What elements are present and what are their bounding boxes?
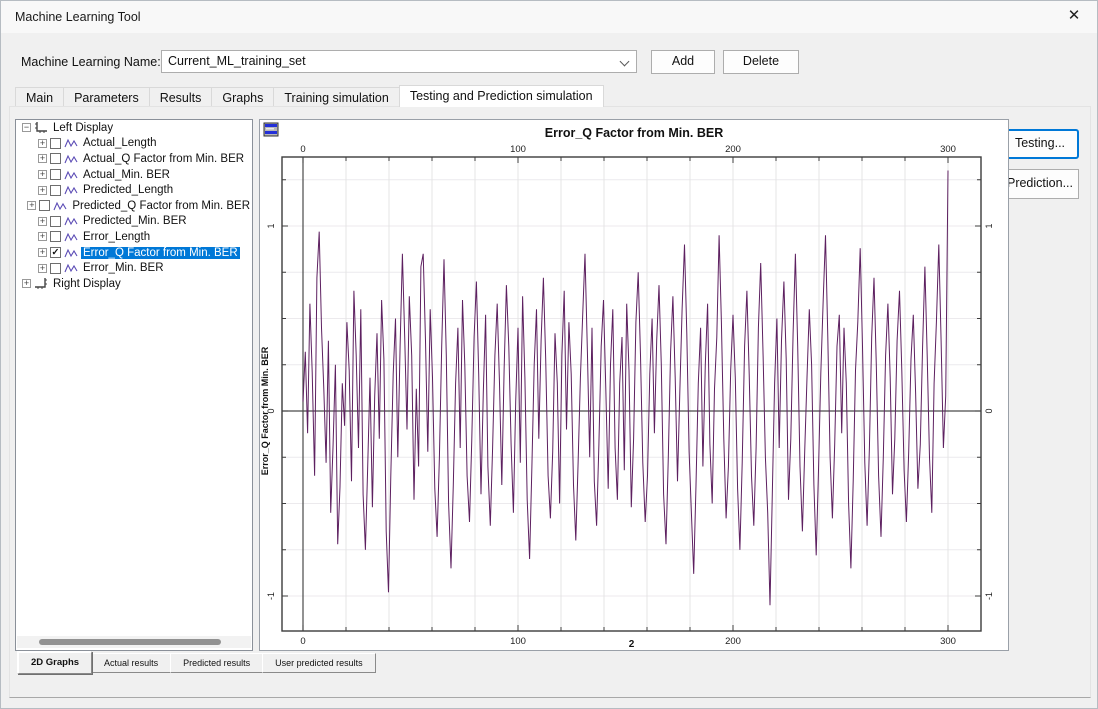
tree-item-actual-q-factor[interactable]: + Actual_Q Factor from Min. BER	[16, 151, 252, 167]
tree-item-label[interactable]: Predicted_Length	[81, 184, 175, 196]
tree-root-right-display[interactable]: + Right Display	[16, 276, 252, 292]
expand-icon[interactable]: +	[38, 139, 47, 148]
checkbox-unchecked[interactable]	[50, 216, 61, 227]
svg-text:0: 0	[984, 408, 994, 413]
svg-text:1: 1	[266, 223, 276, 228]
tree-item-error-min-ber[interactable]: + Error_Min. BER	[16, 260, 252, 276]
tree-item-label[interactable]: Error_Length	[81, 231, 152, 243]
tab-main[interactable]: Main	[15, 87, 64, 107]
tab-2d-graphs[interactable]: 2D Graphs	[17, 651, 92, 674]
tree-item-actual-min-ber[interactable]: + Actual_Min. BER	[16, 167, 252, 183]
ml-name-label: Machine Learning Name:	[21, 55, 161, 69]
tree-item-label[interactable]: Actual_Length	[81, 137, 159, 149]
left-axes-icon	[34, 121, 48, 134]
svg-text:300: 300	[940, 636, 956, 647]
error-q-factor-plot: 00100100200200300300-1-10011Error_Q Fact…	[260, 120, 1008, 650]
svg-text:1: 1	[984, 223, 994, 228]
tree-item-label[interactable]: Predicted_Q Factor from Min. BER	[70, 200, 252, 212]
tree-item-error-length[interactable]: + Error_Length	[16, 229, 252, 245]
expand-icon[interactable]: +	[22, 279, 31, 288]
tab-results[interactable]: Results	[149, 87, 213, 107]
graph-panel: Error_Q Factor from Min. BER 0 0 100 100 200…	[259, 119, 1009, 651]
svg-text:200: 200	[725, 144, 741, 155]
bottom-tab-bar: 2D Graphs Actual results Predicted resul…	[17, 653, 375, 674]
svg-text:0: 0	[300, 144, 305, 155]
tab-testing-and-prediction-simulation[interactable]: Testing and Prediction simulation	[399, 85, 604, 107]
expand-icon[interactable]: +	[38, 248, 47, 257]
window-bottom-edge	[1, 699, 1098, 709]
prediction-button[interactable]: Prediction...	[1001, 169, 1079, 199]
expand-icon[interactable]: +	[38, 264, 47, 273]
curve-icon	[64, 262, 78, 274]
tree-item-label[interactable]: Right Display	[51, 278, 123, 290]
expand-icon[interactable]: +	[27, 201, 36, 210]
close-icon[interactable]: ✕	[1051, 1, 1097, 33]
add-button[interactable]: Add	[651, 50, 715, 74]
svg-text:Error_Q Factor from Min. BER: Error_Q Factor from Min. BER	[260, 346, 270, 475]
expand-icon[interactable]: +	[38, 170, 47, 179]
delete-button[interactable]: Delete	[723, 50, 799, 74]
tree-item-label[interactable]: Error_Min. BER	[81, 262, 166, 274]
curve-icon	[64, 137, 78, 149]
testing-button[interactable]: Testing...	[1001, 129, 1079, 159]
expand-icon[interactable]: +	[38, 232, 47, 241]
tree-root-left-display[interactable]: − Left Display	[16, 120, 252, 136]
checkbox-unchecked[interactable]	[50, 263, 61, 274]
tree-item-label[interactable]: Predicted_Min. BER	[81, 215, 189, 227]
chevron-down-icon[interactable]	[620, 57, 630, 67]
curve-icon	[64, 153, 78, 165]
main-tab-bar: Main Parameters Results Graphs Training …	[15, 85, 603, 107]
ml-name-combobox[interactable]: Current_ML_training_set	[161, 50, 637, 73]
checkbox-unchecked[interactable]	[50, 153, 61, 164]
tab-predicted-results[interactable]: Predicted results	[170, 653, 263, 673]
expand-icon[interactable]: +	[38, 154, 47, 163]
display-tree-panel: − Left Display + Actual_Length + Actual_…	[15, 119, 253, 651]
tree-item-error-q-factor[interactable]: + ✓ Error_Q Factor from Min. BER	[16, 245, 252, 261]
tree-item-label[interactable]: Left Display	[51, 122, 115, 134]
tab-training-simulation[interactable]: Training simulation	[273, 87, 399, 107]
checkbox-unchecked[interactable]	[50, 185, 61, 196]
curve-icon	[64, 231, 78, 243]
tree-item-predicted-min-ber[interactable]: + Predicted_Min. BER	[16, 214, 252, 230]
title-bar: Machine Learning Tool ✕	[1, 1, 1097, 33]
tree-item-label[interactable]: Actual_Min. BER	[81, 169, 172, 181]
svg-text:-1: -1	[984, 592, 994, 600]
checkbox-unchecked[interactable]	[50, 138, 61, 149]
tab-actual-results[interactable]: Actual results	[91, 653, 171, 673]
checkbox-checked[interactable]: ✓	[50, 247, 61, 258]
tree-item-predicted-length[interactable]: + Predicted_Length	[16, 182, 252, 198]
curve-icon	[53, 200, 67, 212]
checkbox-unchecked[interactable]	[50, 169, 61, 180]
window-title: Machine Learning Tool	[15, 10, 141, 24]
svg-text:300: 300	[940, 144, 956, 155]
svg-text:100: 100	[510, 144, 526, 155]
expand-icon[interactable]: +	[38, 186, 47, 195]
tree-horizontal-scrollbar[interactable]	[17, 636, 251, 648]
scrollbar-thumb[interactable]	[39, 639, 221, 645]
curve-icon	[64, 247, 78, 259]
expand-icon[interactable]: +	[38, 217, 47, 226]
machine-learning-tool-dialog: Machine Learning Tool ✕ Machine Learning…	[0, 0, 1098, 709]
svg-text:2: 2	[629, 639, 635, 650]
right-axes-icon	[34, 277, 48, 290]
svg-text:200: 200	[725, 636, 741, 647]
curve-icon	[64, 184, 78, 196]
tree-item-predicted-q-factor[interactable]: + Predicted_Q Factor from Min. BER	[16, 198, 252, 214]
tree-item-label[interactable]: Actual_Q Factor from Min. BER	[81, 153, 246, 165]
tree-item-actual-length[interactable]: + Actual_Length	[16, 136, 252, 152]
checkbox-unchecked[interactable]	[39, 200, 50, 211]
tab-user-predicted-results[interactable]: User predicted results	[262, 653, 376, 673]
svg-text:-1: -1	[266, 592, 276, 600]
collapse-icon[interactable]: −	[22, 123, 31, 132]
tab-graphs[interactable]: Graphs	[211, 87, 274, 107]
svg-text:100: 100	[510, 636, 526, 647]
checkbox-unchecked[interactable]	[50, 231, 61, 242]
svg-text:0: 0	[300, 636, 305, 647]
curve-icon	[64, 215, 78, 227]
tab-parameters[interactable]: Parameters	[63, 87, 150, 107]
curve-icon	[64, 169, 78, 181]
tree-item-label[interactable]: Error_Q Factor from Min. BER	[81, 247, 240, 259]
ml-name-value: Current_ML_training_set	[168, 54, 306, 68]
